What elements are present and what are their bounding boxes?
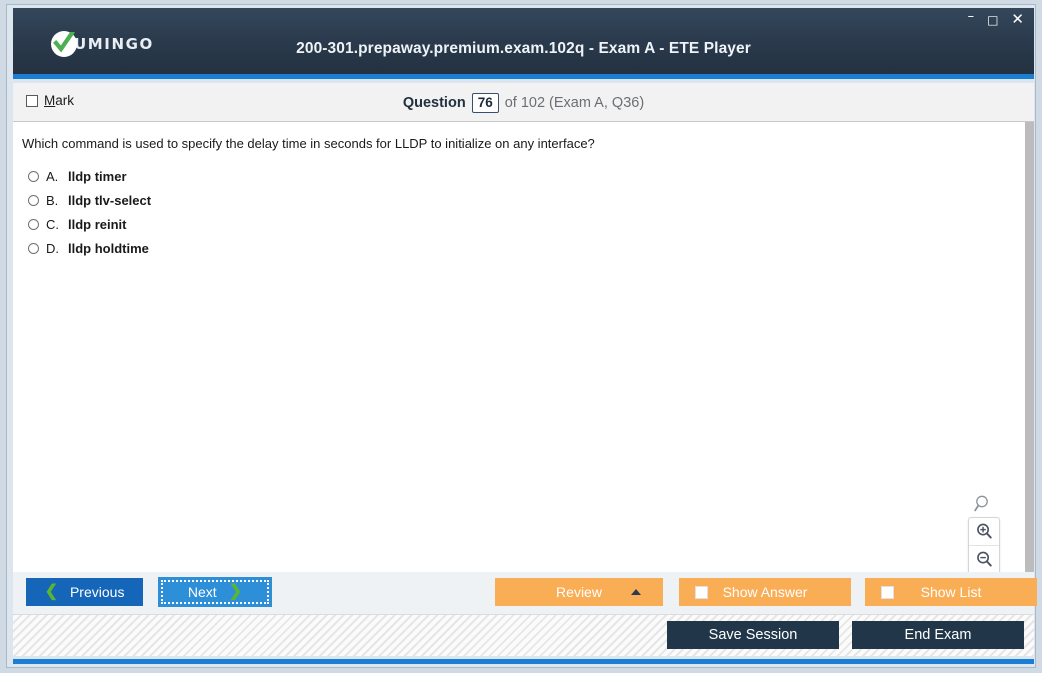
radio-icon[interactable] — [28, 194, 39, 206]
show-answer-button[interactable]: Show Answer — [679, 578, 851, 606]
next-button[interactable]: Next ❯ — [159, 578, 271, 606]
title-accent-line — [13, 74, 1034, 79]
option-letter: B. — [46, 192, 59, 208]
option-letter: C. — [46, 216, 59, 232]
save-session-button[interactable]: Save Session — [667, 621, 839, 649]
end-exam-label: End Exam — [904, 627, 972, 643]
zoom-buttons-panel — [968, 517, 1000, 572]
maximize-icon[interactable]: □ — [985, 12, 1000, 28]
show-answer-button-label: Show Answer — [722, 584, 808, 600]
zoom-tool-cluster — [966, 491, 1000, 572]
radio-icon[interactable] — [28, 218, 39, 230]
end-exam-button[interactable]: End Exam — [852, 621, 1024, 649]
magnifier-icon[interactable] — [966, 491, 1000, 517]
question-content-area: Which command is used to specify the del… — [13, 122, 1034, 572]
review-button[interactable]: Review — [495, 578, 663, 606]
question-word: Question — [402, 95, 466, 111]
answer-options-list: A. lldp timer B. lldp tlv-select C. lldp… — [22, 164, 722, 260]
window-title: 200-301.prepaway.premium.exam.102q - Exa… — [296, 40, 751, 57]
option-text: lldp reinit — [68, 216, 127, 232]
question-total-label: of 102 (Exam A, Q36) — [504, 95, 645, 111]
navigation-button-bar: ❮ Previous Next ❯ Review Show Answer Sho… — [13, 572, 1037, 614]
option-letter: D. — [46, 240, 59, 256]
checkbox-icon[interactable] — [881, 585, 894, 599]
zoom-out-icon[interactable] — [969, 545, 999, 572]
question-number-input[interactable]: 76 — [471, 93, 499, 113]
show-list-button[interactable]: Show List — [865, 578, 1037, 606]
question-counter: Question 76 of 102 (Exam A, Q36) — [13, 93, 1034, 113]
save-session-label: Save Session — [708, 627, 798, 643]
close-icon[interactable]: ✕ — [1009, 10, 1026, 29]
window-controls: – □ ✕ — [966, 10, 1026, 29]
bottom-accent-line — [13, 659, 1034, 664]
footer-bar: Save Session End Exam — [13, 614, 1034, 656]
brand-name: UMINGO — [74, 35, 154, 53]
answer-option-b[interactable]: B. lldp tlv-select — [22, 188, 722, 212]
question-text: Which command is used to specify the del… — [22, 136, 595, 151]
next-button-label: Next — [187, 584, 217, 600]
chevron-left-icon: ❮ — [44, 583, 58, 600]
chevron-right-icon: ❯ — [228, 583, 243, 600]
previous-button[interactable]: ❮ Previous — [26, 578, 143, 606]
option-text: lldp tlv-select — [68, 192, 152, 208]
question-header-bar: Mark Question 76 of 102 (Exam A, Q36) — [13, 83, 1034, 122]
previous-button-label: Previous — [69, 584, 125, 600]
radio-icon[interactable] — [28, 170, 39, 182]
radio-icon[interactable] — [28, 242, 39, 254]
ete-player-window: UMINGO 200-301.prepaway.premium.exam.102… — [0, 0, 1042, 673]
answer-option-c[interactable]: C. lldp reinit — [22, 212, 722, 236]
answer-option-d[interactable]: D. lldp holdtime — [22, 236, 722, 260]
checkbox-icon[interactable] — [695, 585, 708, 599]
answer-option-a[interactable]: A. lldp timer — [22, 164, 722, 188]
zoom-in-icon[interactable] — [969, 518, 999, 545]
option-text: lldp timer — [68, 168, 127, 184]
option-text: lldp holdtime — [68, 240, 149, 256]
title-bar: UMINGO 200-301.prepaway.premium.exam.102… — [13, 8, 1034, 78]
show-list-button-label: Show List — [920, 584, 982, 600]
vumingo-logo: UMINGO — [51, 31, 154, 57]
review-button-label: Review — [556, 584, 602, 600]
check-circle-icon — [51, 31, 77, 57]
minimize-icon[interactable]: – — [966, 8, 977, 25]
chevron-up-icon — [631, 589, 641, 595]
option-letter: A. — [46, 168, 59, 184]
